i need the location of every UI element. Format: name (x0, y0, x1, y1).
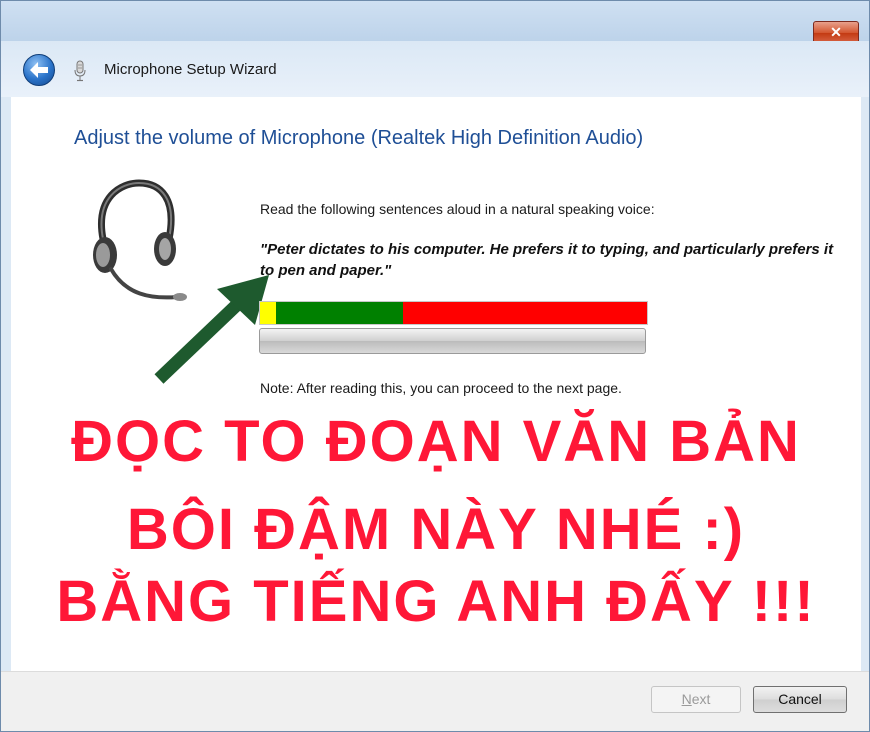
wizard-window: ✕ Microphone Setup Wizard Adjust the vol… (0, 0, 870, 732)
back-arrow-icon (30, 62, 48, 78)
wizard-footer: Next Cancel (1, 671, 869, 731)
note-text: Note: After reading this, you can procee… (260, 380, 622, 396)
overlay-text-line-1: ĐỌC TO ĐOẠN VĂN BẢN (71, 409, 801, 474)
cancel-button[interactable]: Cancel (753, 686, 847, 713)
level-segment-low (260, 302, 276, 324)
page-heading: Adjust the volume of Microphone (Realtek… (74, 127, 644, 149)
instruction-text: Read the following sentences aloud in a … (260, 201, 655, 217)
volume-level-meter (259, 301, 648, 325)
next-label: ext (691, 691, 711, 707)
window-title: Microphone Setup Wizard (104, 61, 277, 78)
next-access-key: N (681, 691, 692, 707)
navigation-row: Microphone Setup Wizard (1, 41, 869, 97)
overlay-text-line-2: BÔI ĐẬM NÀY NHÉ :) (126, 497, 746, 562)
reading-sentence: "Peter dictates to his computer. He pref… (260, 241, 834, 279)
overlay-text-line-3: BẰNG TIẾNG ANH ĐẤY !!! (56, 569, 816, 634)
reading-progress-bar (259, 328, 646, 354)
level-segment-ok (276, 302, 403, 324)
back-button[interactable] (23, 54, 55, 86)
title-bar: ✕ (1, 1, 869, 45)
wizard-content: Adjust the volume of Microphone (Realtek… (11, 97, 861, 671)
next-button[interactable]: Next (651, 686, 741, 713)
microphone-icon (74, 60, 86, 82)
